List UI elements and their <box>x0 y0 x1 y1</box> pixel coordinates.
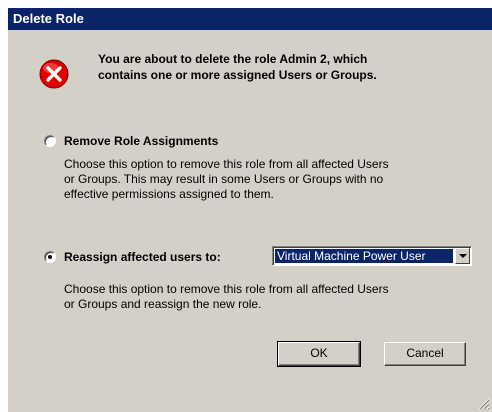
remove-assignments-description: Choose this option to remove this role f… <box>64 157 474 202</box>
chevron-down-icon <box>459 254 467 258</box>
selected-role-value: Virtual Machine Power User <box>274 248 454 264</box>
resize-grip-icon[interactable] <box>478 398 490 410</box>
cancel-button[interactable]: Cancel <box>384 342 466 366</box>
dropdown-arrow-button[interactable] <box>455 248 470 264</box>
warning-message: You are about to delete the role Admin 2… <box>98 51 478 83</box>
reassign-users-radio[interactable] <box>44 251 56 263</box>
radio-selected-dot <box>48 255 52 259</box>
reassign-role-select[interactable]: Virtual Machine Power User <box>272 246 472 266</box>
description-line: or Groups. This may result in some Users… <box>64 172 384 186</box>
description-line: or Groups and reassign the new role. <box>64 297 262 311</box>
reassign-users-description: Choose this option to remove this role f… <box>64 282 474 312</box>
description-line: Choose this option to remove this role f… <box>64 157 389 171</box>
reassign-users-label[interactable]: Reassign affected users to: <box>64 250 221 264</box>
message-line-1: You are about to delete the role Admin 2… <box>98 52 368 66</box>
description-line: Choose this option to remove this role f… <box>64 282 389 296</box>
delete-role-dialog: Delete Role You are about to delete the … <box>8 8 492 412</box>
error-icon <box>39 59 69 89</box>
window-title: Delete Role <box>13 11 84 26</box>
remove-assignments-radio[interactable] <box>44 135 56 147</box>
ok-button[interactable]: OK <box>277 341 361 367</box>
message-line-2: contains one or more assigned Users or G… <box>98 68 377 82</box>
title-bar[interactable]: Delete Role <box>8 8 492 30</box>
remove-assignments-label[interactable]: Remove Role Assignments <box>64 134 218 148</box>
description-line: effective permissions assigned to them. <box>64 187 274 201</box>
